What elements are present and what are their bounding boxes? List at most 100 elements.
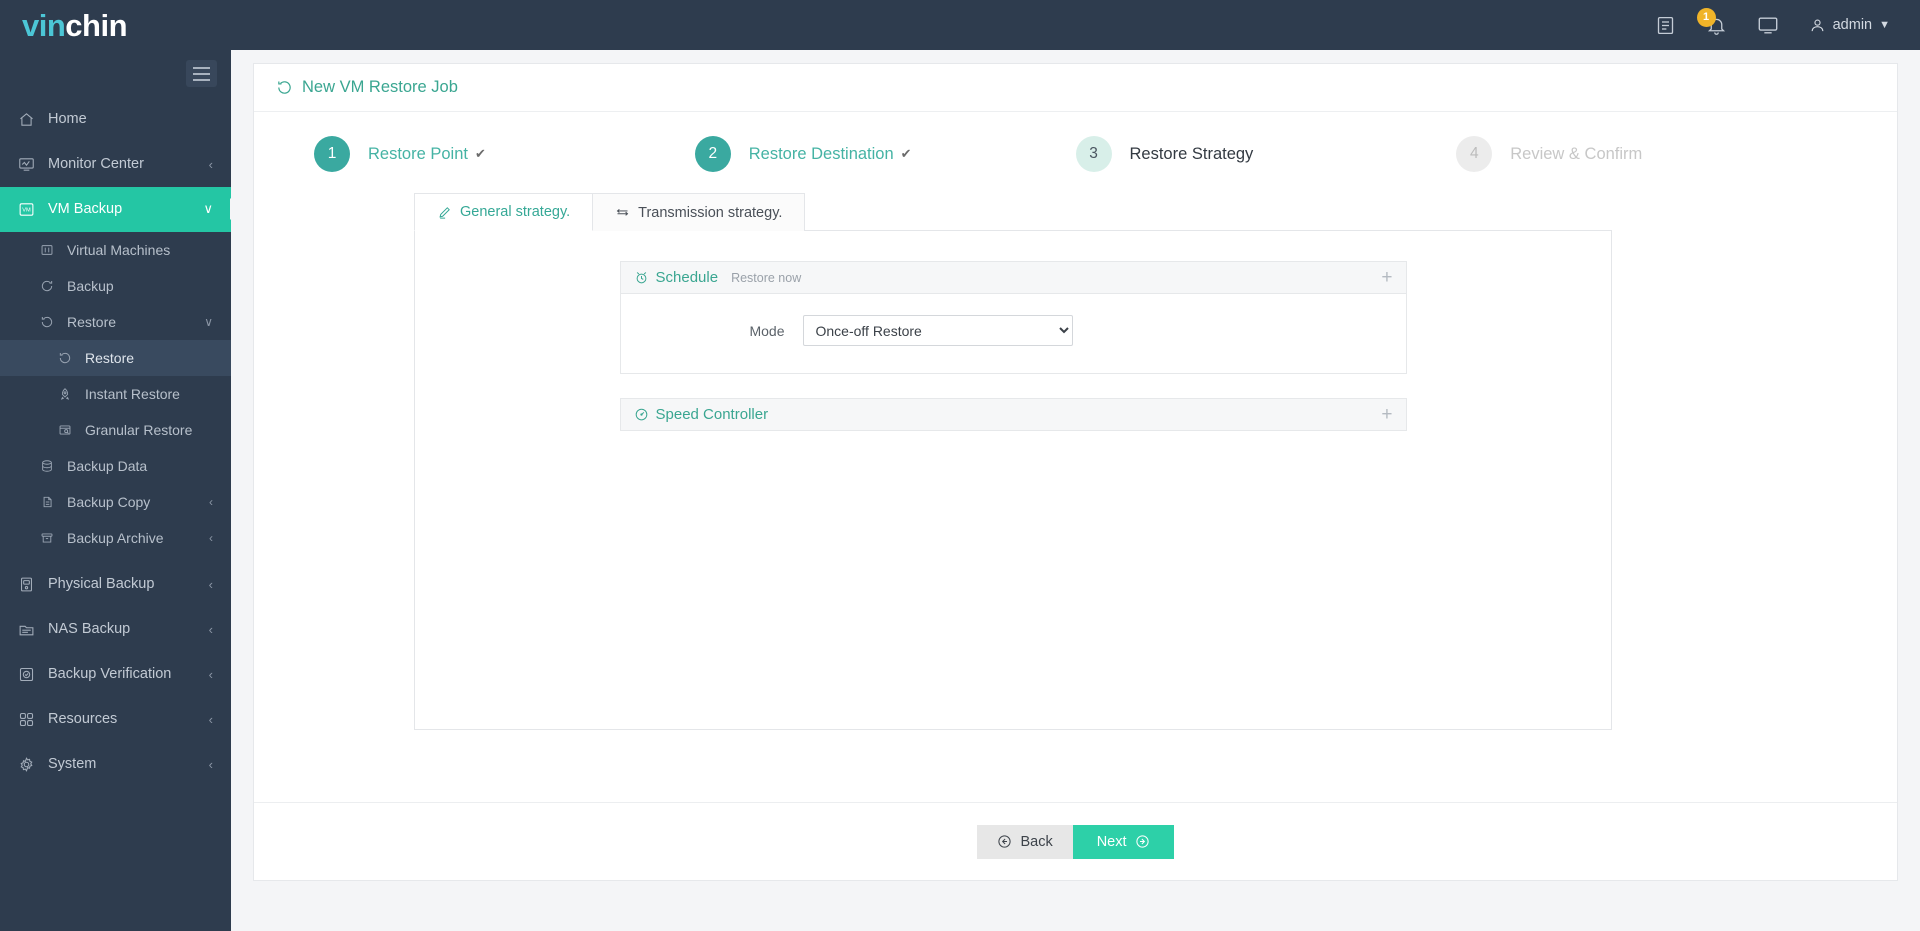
sidebar-item-vm-backup[interactable]: VM VM Backup ∨ (0, 187, 231, 232)
restore-icon (58, 351, 80, 365)
step-number: 3 (1076, 136, 1112, 172)
schedule-body: Mode Once-off Restore (620, 294, 1407, 374)
user-menu-label: admin (1833, 17, 1873, 33)
mode-select[interactable]: Once-off Restore (803, 315, 1073, 346)
chevron-left-icon: ‹ (209, 622, 213, 637)
strategy-tabs-wrapper: General strategy. Transmission strategy. (254, 172, 1897, 230)
chevron-left-icon: ‹ (209, 577, 213, 592)
sidebar-item-label: System (48, 756, 96, 772)
bell-icon[interactable]: 1 (1706, 15, 1727, 36)
tab-transmission-strategy[interactable]: Transmission strategy. (593, 193, 805, 231)
sidebar-subitem-restore[interactable]: Restore (0, 340, 231, 376)
user-menu[interactable]: admin ▼ (1809, 17, 1890, 34)
sidebar-subitem-backup-data[interactable]: Backup Data (0, 448, 231, 484)
page-title: New VM Restore Job (254, 64, 1897, 112)
wizard-step-review-confirm[interactable]: 4 Review & Confirm (1456, 136, 1837, 172)
copy-icon (40, 495, 62, 509)
pencil-icon (437, 205, 452, 220)
sidebar-item-label: NAS Backup (48, 621, 130, 637)
brand-logo-part1: vin (22, 8, 65, 43)
sidebar-subitem-label: Restore (85, 350, 134, 366)
sidebar-item-physical-backup[interactable]: Physical Backup ‹ (0, 562, 231, 607)
sidebar-subitem-restore-group[interactable]: Restore ∨ (0, 304, 231, 340)
user-icon (1809, 17, 1826, 34)
sidebar-item-label: Home (48, 111, 87, 127)
gear-icon (18, 756, 44, 773)
step-number: 4 (1456, 136, 1492, 172)
strategy-tabs: General strategy. Transmission strategy. (414, 192, 1897, 230)
sidebar-item-label: Physical Backup (48, 576, 154, 592)
restore-icon (276, 79, 293, 96)
sidebar-subitem-granular-restore[interactable]: Granular Restore (0, 412, 231, 448)
general-strategy-panel: Schedule Restore now + Mode Once-off Res… (414, 230, 1612, 730)
check-icon: ✔ (475, 146, 486, 162)
speed-controller-header[interactable]: Speed Controller + (620, 398, 1407, 431)
wizard-steps: 1 Restore Point ✔ 2 Restore Destination … (254, 112, 1897, 172)
sidebar-subitem-instant-restore[interactable]: Instant Restore (0, 376, 231, 412)
plus-icon[interactable]: + (1381, 268, 1392, 287)
sidebar-toggle-row (0, 50, 231, 97)
schedule-header[interactable]: Schedule Restore now + (620, 261, 1407, 294)
wizard-card: New VM Restore Job 1 Restore Point ✔ 2 R… (253, 63, 1898, 881)
tab-label: General strategy. (460, 204, 570, 220)
speed-controller-section: Speed Controller + (620, 398, 1407, 431)
sidebar-item-monitor-center[interactable]: Monitor Center ‹ (0, 142, 231, 187)
sidebar-item-home[interactable]: Home (0, 97, 231, 142)
page-title-text: New VM Restore Job (302, 78, 458, 97)
sidebar-item-backup-verification[interactable]: Backup Verification ‹ (0, 652, 231, 697)
sidebar-subitem-label: Backup Archive (67, 530, 164, 546)
back-button-label: Back (1020, 834, 1052, 850)
sidebar-subitem-backup-copy[interactable]: Backup Copy ‹ (0, 484, 231, 520)
mode-label: Mode (621, 323, 803, 339)
sidebar-subitem-label: Backup (67, 278, 114, 294)
chevron-left-icon: ‹ (209, 495, 213, 509)
document-list-icon[interactable] (1655, 15, 1676, 36)
wizard-step-restore-strategy[interactable]: 3 Restore Strategy (1076, 136, 1457, 172)
brand-logo[interactable]: vinchin (0, 10, 231, 41)
server-icon (18, 576, 44, 593)
home-icon (18, 111, 44, 128)
vm-list-icon (40, 243, 62, 257)
sidebar-subitem-label: Backup Data (67, 458, 147, 474)
sidebar-subitem-label: Virtual Machines (67, 242, 170, 258)
hamburger-icon[interactable] (186, 60, 217, 87)
sidebar-item-label: Resources (48, 711, 117, 727)
transfer-arrows-icon (615, 205, 630, 220)
monitor-icon[interactable] (1757, 14, 1779, 36)
tab-label: Transmission strategy. (638, 205, 782, 221)
restore-icon (40, 315, 62, 329)
vm-icon: VM (18, 201, 44, 218)
archive-icon (40, 531, 62, 545)
monitor-chart-icon (18, 156, 44, 173)
back-button[interactable]: Back (977, 825, 1072, 859)
schedule-subtitle: Restore now (731, 271, 801, 285)
sidebar-item-resources[interactable]: Resources ‹ (0, 697, 231, 742)
sidebar-subitem-backup-archive[interactable]: Backup Archive ‹ (0, 520, 231, 556)
chevron-left-icon: ‹ (209, 157, 213, 172)
step-label: Restore Strategy (1130, 145, 1254, 164)
wizard-step-restore-destination[interactable]: 2 Restore Destination ✔ (695, 136, 1076, 172)
sidebar-item-system[interactable]: System ‹ (0, 742, 231, 787)
shield-check-icon (18, 666, 44, 683)
grid-icon (18, 711, 44, 728)
plus-icon[interactable]: + (1381, 405, 1392, 424)
sidebar-subitem-backup[interactable]: Backup (0, 268, 231, 304)
sidebar-item-nas-backup[interactable]: NAS Backup ‹ (0, 607, 231, 652)
sidebar: Home Monitor Center ‹ VM VM Backup ∨ Vir… (0, 50, 231, 931)
top-bar: vinchin 1 (0, 0, 1920, 50)
tab-general-strategy[interactable]: General strategy. (414, 193, 593, 231)
arrow-left-circle-icon (997, 834, 1012, 849)
schedule-section: Schedule Restore now + Mode Once-off Res… (620, 261, 1407, 374)
chevron-left-icon: ‹ (209, 712, 213, 727)
sidebar-subitem-virtual-machines[interactable]: Virtual Machines (0, 232, 231, 268)
wizard-footer: Back Next (254, 802, 1897, 880)
chevron-down-icon: ∨ (203, 201, 213, 217)
speed-controller-title: Speed Controller (656, 406, 769, 423)
sidebar-item-label: Monitor Center (48, 156, 144, 172)
wizard-step-restore-point[interactable]: 1 Restore Point ✔ (314, 136, 695, 172)
rocket-icon (58, 387, 80, 401)
step-number: 1 (314, 136, 350, 172)
svg-text:VM: VM (22, 207, 31, 213)
main-content: New VM Restore Job 1 Restore Point ✔ 2 R… (231, 50, 1920, 931)
next-button[interactable]: Next (1073, 825, 1174, 859)
